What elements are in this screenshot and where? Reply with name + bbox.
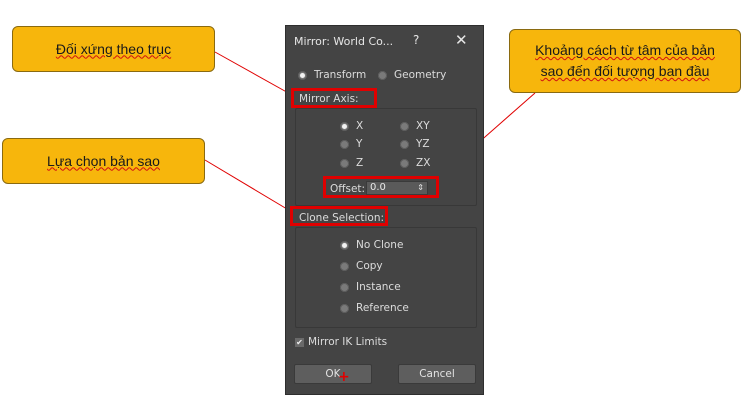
radio-axis-zx[interactable]: ZX (400, 157, 430, 169)
connector-mirror-axis (214, 51, 293, 96)
radio-axis-z[interactable]: Z (340, 157, 363, 169)
ok-button[interactable]: OK (294, 364, 372, 384)
mirror-ik-limits-label: Mirror IK Limits (308, 336, 388, 348)
radio-dot-icon (298, 70, 307, 80)
radio-dot-icon (340, 303, 349, 313)
callout-offset-text-line2: sao đến đối tượng ban đầu (540, 63, 710, 79)
callout-offset: Khoảng cách từ tâm của bản sao đến đối t… (509, 29, 741, 93)
callout-offset-text-line1: Khoảng cách từ tâm của bản (535, 42, 715, 58)
radio-dot-icon (340, 158, 349, 168)
radio-axis-x-label: X (356, 120, 364, 132)
radio-no-clone-label: No Clone (356, 239, 404, 251)
radio-dot-icon (400, 158, 409, 168)
radio-transform-label: Transform (314, 69, 367, 81)
radio-dot-icon (378, 70, 387, 80)
radio-geometry[interactable]: Geometry (378, 69, 446, 81)
highlight-offset (323, 176, 439, 198)
help-icon[interactable]: ? (413, 33, 419, 47)
dialog-titlebar[interactable]: Mirror: World Co... ? ✕ (286, 26, 483, 56)
cancel-button[interactable]: Cancel (398, 364, 476, 384)
dialog-title: Mirror: World Co... (294, 35, 394, 48)
radio-reference-label: Reference (356, 302, 409, 314)
radio-copy[interactable]: Copy (340, 260, 383, 272)
radio-dot-icon (400, 121, 409, 131)
connector-clone-selection (204, 159, 293, 213)
radio-geometry-label: Geometry (394, 69, 447, 81)
radio-reference[interactable]: Reference (340, 302, 409, 314)
cursor-plus-icon: + (338, 369, 350, 385)
callout-clone-selection: Lựa chọn bản sao (2, 138, 205, 184)
radio-axis-xy-label: XY (416, 120, 430, 132)
radio-dot-icon (340, 240, 349, 250)
radio-axis-zx-label: ZX (416, 157, 431, 169)
radio-instance-label: Instance (356, 281, 401, 293)
radio-axis-y-label: Y (356, 138, 363, 150)
radio-axis-yz[interactable]: YZ (400, 138, 430, 150)
radio-dot-icon (340, 139, 349, 149)
radio-axis-yz-label: YZ (416, 138, 430, 150)
highlight-clone-selection (290, 206, 388, 226)
callout-clone-selection-text: Lựa chọn bản sao (47, 152, 160, 169)
mirror-ik-limits-checkbox[interactable]: ✔ Mirror IK Limits (295, 336, 387, 348)
highlight-mirror-axis (291, 88, 377, 108)
radio-transform[interactable]: Transform (298, 69, 366, 81)
checkmark-icon: ✔ (295, 337, 304, 347)
radio-dot-icon (340, 282, 349, 292)
callout-mirror-axis-text: Đối xứng theo trục (55, 40, 172, 57)
radio-dot-icon (340, 121, 349, 131)
close-icon[interactable]: ✕ (455, 31, 468, 49)
radio-axis-xy[interactable]: XY (400, 120, 430, 132)
radio-axis-z-label: Z (356, 157, 364, 169)
radio-dot-icon (340, 261, 349, 271)
callout-mirror-axis: Đối xứng theo trục (12, 26, 215, 72)
radio-axis-y[interactable]: Y (340, 138, 362, 150)
radio-axis-x[interactable]: X (340, 120, 363, 132)
radio-instance[interactable]: Instance (340, 281, 401, 293)
radio-dot-icon (400, 139, 409, 149)
radio-no-clone[interactable]: No Clone (340, 239, 403, 251)
radio-copy-label: Copy (356, 260, 383, 272)
